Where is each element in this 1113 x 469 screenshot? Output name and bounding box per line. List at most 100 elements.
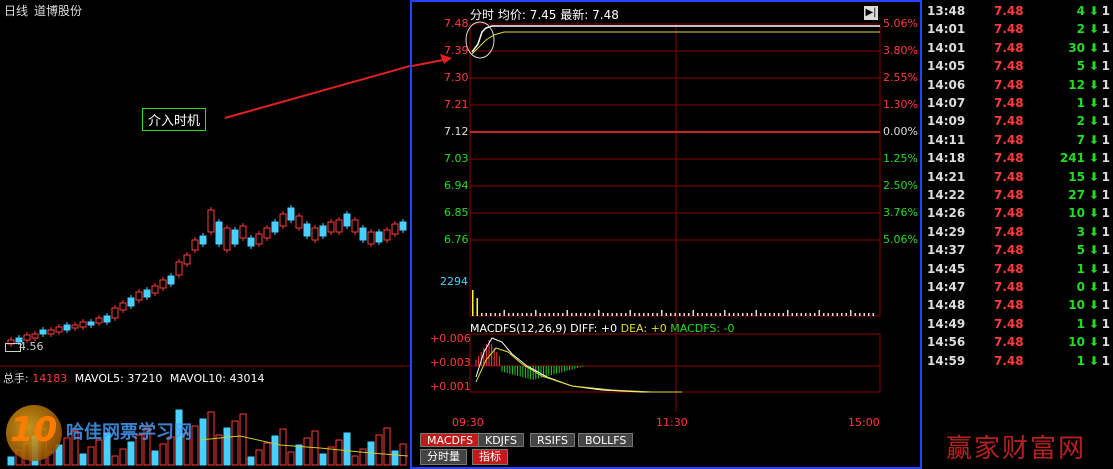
tab-indicator[interactable]: 指标 — [472, 449, 508, 465]
trade-row[interactable]: 14:21 7.48 15 ⬇ 1 — [922, 170, 1113, 188]
trade-volume: 15 — [1068, 169, 1085, 184]
down-arrow-icon: ⬇ — [1088, 4, 1099, 18]
candlestick — [95, 317, 103, 324]
trade-row[interactable]: 14:29 7.48 3 ⬇ 1 — [922, 225, 1113, 243]
trade-row[interactable]: 14:05 7.48 5 ⬇ 1 — [922, 59, 1113, 77]
percent-tick-label: 0.00% — [883, 125, 918, 138]
trade-price: 7.48 — [994, 316, 1024, 331]
trade-row[interactable]: 14:09 7.48 2 ⬇ 1 — [922, 114, 1113, 132]
trade-time: 14:05 — [927, 59, 966, 74]
trade-row[interactable]: 14:56 7.48 10 ⬇ 1 — [922, 335, 1113, 353]
trade-row[interactable]: 14:06 7.48 12 ⬇ 1 — [922, 78, 1113, 96]
volume-bar — [481, 313, 483, 316]
trade-row[interactable]: 14:07 7.48 1 ⬇ 1 — [922, 96, 1113, 114]
volume-bar — [791, 313, 793, 316]
trade-row[interactable]: 14:48 7.48 10 ⬇ 1 — [922, 298, 1113, 316]
trade-row[interactable]: 14:11 7.48 7 ⬇ 1 — [922, 133, 1113, 151]
volume-bar — [760, 313, 762, 316]
candlestick — [311, 227, 319, 241]
tab-macdfs[interactable]: MACDFS — [420, 433, 481, 447]
volume-bar — [526, 313, 528, 316]
volume-bar — [683, 313, 685, 316]
trade-count: 1 — [1101, 77, 1110, 92]
trade-count: 1 — [1101, 151, 1110, 166]
volume-bar — [742, 313, 744, 316]
daily-kline-panel[interactable]: 日线 道博股份 4.56 介入时机 总手: 14183 MAVOL5: 3721… — [0, 0, 411, 469]
volume-bar — [521, 313, 523, 316]
trade-volume: 30 — [1068, 40, 1085, 55]
down-arrow-icon: ⬇ — [1088, 224, 1099, 239]
volume-bar — [692, 310, 694, 316]
volume-bar — [661, 310, 663, 316]
trade-row[interactable]: 14:01 7.48 2 ⬇ 1 — [922, 22, 1113, 40]
volume-bar — [472, 290, 474, 316]
trade-price: 7.48 — [994, 59, 1024, 74]
macd-tick-label: +0.006 — [430, 332, 471, 345]
trade-time: 14:26 — [927, 206, 966, 221]
trade-volume: 3 — [1076, 224, 1085, 239]
tab-rsifs[interactable]: RSIFS — [530, 433, 575, 447]
trade-row[interactable]: 14:59 7.48 1 ⬇ 1 — [922, 354, 1113, 372]
volume-bar — [383, 427, 391, 466]
trade-price: 7.48 — [994, 77, 1024, 92]
volume-bar — [485, 313, 487, 316]
down-arrow-icon: ⬇ — [1088, 243, 1099, 258]
trade-row[interactable]: 13:48 7.48 4 ⬇ 1 — [922, 4, 1113, 22]
candlestick — [383, 229, 391, 241]
volume-bar — [584, 313, 586, 316]
volume-bar — [303, 437, 311, 466]
volume-bar — [841, 313, 843, 316]
percent-tick-label: 1.25% — [883, 152, 918, 165]
down-arrow-icon: ⬇ — [1088, 132, 1099, 147]
volume-bar — [508, 313, 510, 316]
trade-time: 14:18 — [927, 151, 966, 166]
volume-bar — [544, 313, 546, 316]
candlestick — [287, 207, 295, 221]
time-tick-label: 15:00 — [848, 416, 880, 429]
trade-row[interactable]: 14:26 7.48 10 ⬇ 1 — [922, 206, 1113, 224]
trade-time: 14:37 — [927, 243, 966, 258]
tab-kdjfs[interactable]: KDJFS — [478, 433, 525, 447]
volume-bar — [494, 313, 496, 316]
trade-count: 1 — [1101, 96, 1110, 110]
trade-row[interactable]: 14:01 7.48 30 ⬇ 1 — [922, 41, 1113, 59]
volume-bar — [854, 313, 856, 316]
trade-row[interactable]: 14:18 7.48 241 ⬇ 1 — [922, 151, 1113, 169]
trade-list-panel[interactable]: 13:48 7.48 4 ⬇ 1 14:01 7.48 2 ⬇ 1 14:01 7.… — [922, 0, 1113, 469]
trade-row[interactable]: 14:49 7.48 1 ⬇ 1 — [922, 317, 1113, 335]
price-tick-label: 7.48 — [444, 17, 469, 30]
volume-max-label: 2294 — [440, 275, 468, 288]
volume-bar — [647, 313, 649, 316]
candlestick — [63, 324, 71, 331]
volume-bar — [191, 425, 199, 466]
volume-bar — [593, 313, 595, 316]
volume-value: 14183 — [32, 372, 68, 385]
candlestick — [359, 227, 367, 241]
down-arrow-icon: ⬇ — [1088, 151, 1099, 166]
volume-bar — [643, 313, 645, 316]
percent-tick-label: 1.30% — [883, 98, 918, 111]
volume-bar — [728, 313, 730, 316]
trade-time: 14:09 — [927, 114, 966, 129]
price-tick-label: 6.94 — [444, 179, 469, 192]
trade-row[interactable]: 14:37 7.48 5 ⬇ 1 — [922, 243, 1113, 261]
percent-tick-label: 3.76% — [883, 206, 918, 219]
mavol10-label: MAVOL10: — [169, 372, 226, 385]
trade-count: 1 — [1101, 261, 1110, 276]
candlestick — [31, 333, 39, 339]
tab-bollfs[interactable]: BOLLFS — [578, 433, 634, 447]
volume-bar — [79, 453, 87, 466]
tab-time-volume[interactable]: 分时量 — [420, 449, 467, 465]
intraday-panel[interactable]: 分时 均价: 7.45 最新: 7.48 ▶| 7.48 7.39 7.30 7.21… — [410, 0, 922, 469]
volume-bar — [562, 313, 564, 316]
volume-bar — [863, 313, 865, 316]
volume-bar — [805, 313, 807, 316]
volume-bar — [239, 413, 247, 466]
watermark-text: 哈佳网票学习网 — [66, 422, 192, 443]
trade-row[interactable]: 14:47 7.48 0 ⬇ 1 — [922, 280, 1113, 298]
down-arrow-icon: ⬇ — [1088, 77, 1099, 92]
trade-volume: 5 — [1076, 59, 1085, 74]
trade-row[interactable]: 14:45 7.48 1 ⬇ 1 — [922, 262, 1113, 280]
trade-row[interactable]: 14:22 7.48 27 ⬇ 1 — [922, 188, 1113, 206]
trade-volume: 10 — [1068, 298, 1085, 313]
